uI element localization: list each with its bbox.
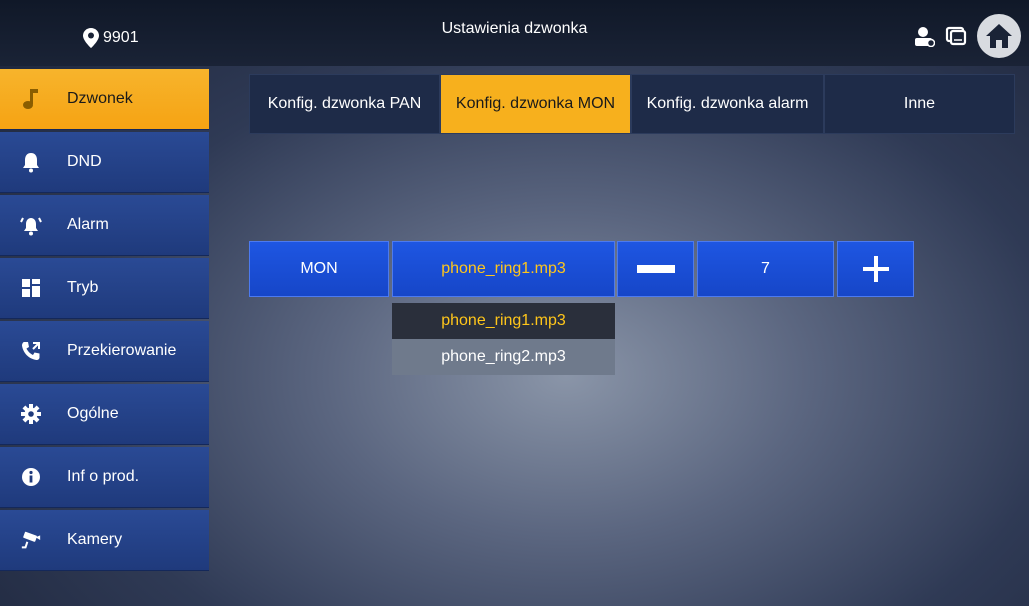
home-button[interactable] bbox=[977, 14, 1021, 58]
sidebar-item-label: DND bbox=[67, 153, 102, 170]
dropdown-option[interactable]: phone_ring2.mp3 bbox=[392, 339, 615, 375]
sidebar-item-label: Tryb bbox=[67, 279, 99, 296]
ringtone-dropdown: phone_ring1.mp3 phone_ring2.mp3 bbox=[392, 303, 615, 375]
sidebar-item-dzwonek[interactable]: Dzwonek bbox=[0, 69, 209, 130]
volume-decrease-button[interactable] bbox=[617, 241, 694, 297]
info-icon bbox=[20, 466, 42, 488]
tab-pan-ring[interactable]: Konfig. dzwonka PAN bbox=[249, 74, 440, 134]
sidebar-item-ogolne[interactable]: Ogólne bbox=[0, 384, 209, 445]
alarm-bell-icon bbox=[20, 214, 42, 236]
camera-icon bbox=[20, 529, 42, 551]
volume-value: 7 bbox=[697, 241, 834, 297]
music-note-icon bbox=[20, 88, 42, 110]
gear-icon bbox=[20, 403, 42, 425]
sidebar-item-label: Ogólne bbox=[67, 405, 119, 422]
call-forward-icon bbox=[20, 340, 42, 362]
dropdown-option[interactable]: phone_ring1.mp3 bbox=[392, 303, 615, 339]
page-title: Ustawienia dzwonka bbox=[441, 20, 588, 37]
sidebar: Dzwonek DND Alarm Tryb Przekierowanie Og… bbox=[0, 69, 209, 573]
sidebar-item-label: Przekierowanie bbox=[67, 342, 177, 359]
top-bar: 9901 Ustawienia dzwonka bbox=[0, 0, 1029, 66]
mode-grid-icon bbox=[20, 277, 42, 299]
sidebar-item-label: Alarm bbox=[67, 216, 109, 233]
tab-bar: Konfig. dzwonka PAN Konfig. dzwonka MON … bbox=[249, 74, 1015, 134]
ring-source-label: MON bbox=[249, 241, 389, 297]
home-icon bbox=[986, 24, 1012, 48]
sidebar-item-tryb[interactable]: Tryb bbox=[0, 258, 209, 319]
bell-icon bbox=[20, 151, 42, 173]
sidebar-item-alarm[interactable]: Alarm bbox=[0, 195, 209, 256]
sidebar-item-label: Dzwonek bbox=[67, 90, 133, 107]
sidebar-item-dnd[interactable]: DND bbox=[0, 132, 209, 193]
tab-alarm-ring[interactable]: Konfig. dzwonka alarm bbox=[631, 74, 824, 134]
monitor-icon[interactable] bbox=[945, 25, 967, 47]
volume-increase-button[interactable] bbox=[837, 241, 914, 297]
tab-mon-ring[interactable]: Konfig. dzwonka MON bbox=[440, 74, 631, 134]
sidebar-item-inf-o-prod[interactable]: Inf o prod. bbox=[0, 447, 209, 508]
sidebar-item-przekierowanie[interactable]: Przekierowanie bbox=[0, 321, 209, 382]
minus-icon bbox=[636, 265, 675, 273]
sidebar-item-label: Inf o prod. bbox=[67, 468, 140, 485]
sidebar-item-label: Kamery bbox=[67, 531, 123, 548]
contact-card-icon[interactable] bbox=[913, 25, 935, 47]
ringtone-select[interactable]: phone_ring1.mp3 bbox=[392, 241, 615, 297]
plus-icon bbox=[862, 256, 889, 282]
tab-other[interactable]: Inne bbox=[824, 74, 1015, 134]
sidebar-item-kamery[interactable]: Kamery bbox=[0, 510, 209, 571]
